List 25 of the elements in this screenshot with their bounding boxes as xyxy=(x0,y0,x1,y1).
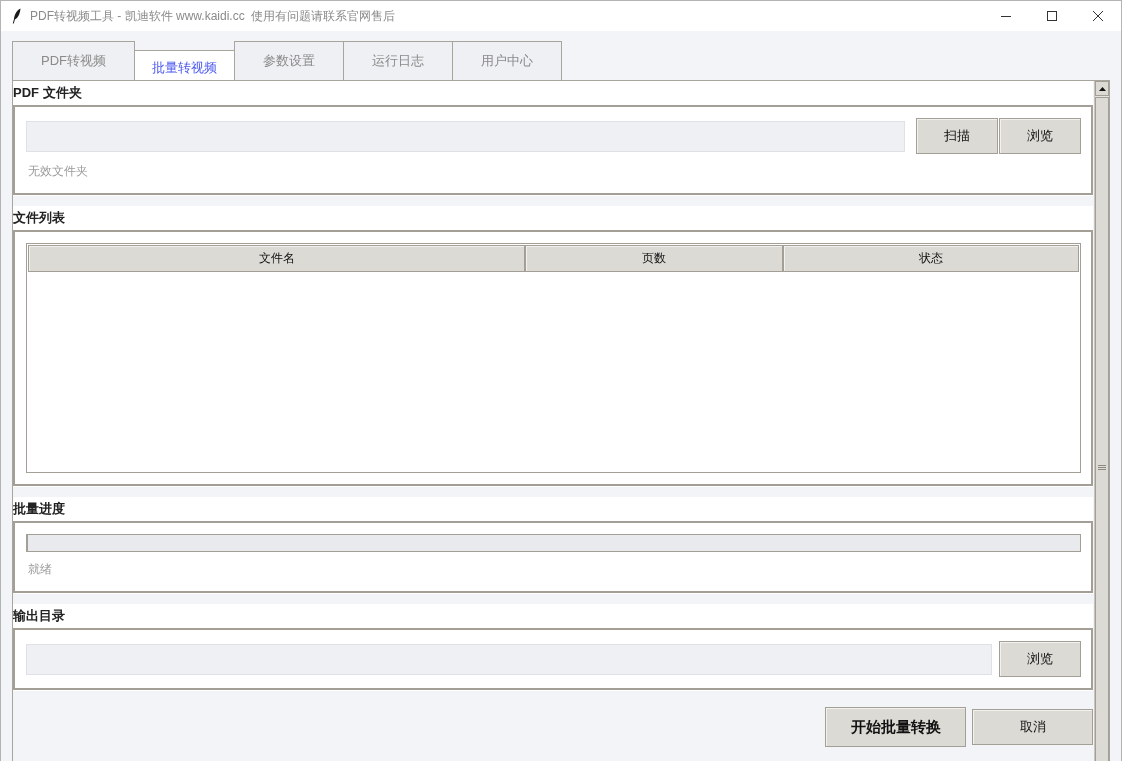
up-arrow-icon xyxy=(1098,86,1106,91)
section-title: 输出目录 xyxy=(13,607,65,625)
maximize-icon xyxy=(1047,11,1057,21)
column-header[interactable]: 状态 xyxy=(783,245,1079,272)
path-field[interactable] xyxy=(26,120,905,152)
cancel-button[interactable]: 取消 xyxy=(972,709,1093,745)
start-button[interactable]: 开始批量转换 xyxy=(825,707,966,747)
column-header[interactable]: 文件名 xyxy=(28,245,525,272)
tab[interactable]: 批量转视频 xyxy=(134,50,235,80)
grip-icon xyxy=(1098,465,1106,470)
section-title: PDF 文件夹 xyxy=(13,84,82,102)
scroll-up-button[interactable] xyxy=(1095,81,1109,96)
browse-button[interactable]: 浏览 xyxy=(999,118,1081,154)
scan-button[interactable]: 扫描 xyxy=(916,118,998,154)
browse-button[interactable]: 浏览 xyxy=(999,641,1081,677)
section-title: 文件列表 xyxy=(13,209,65,227)
window-title: PDF转视频工具 - 凯迪软件 www.kaidi.cc 使用有问题请联系官网售后 xyxy=(30,7,396,25)
minimize-icon xyxy=(1001,15,1011,17)
column-header[interactable]: 页数 xyxy=(525,245,783,272)
path-field[interactable] xyxy=(26,643,992,675)
status-text: 就绪 xyxy=(28,561,52,578)
feather-icon xyxy=(12,8,21,24)
status-text: 无效文件夹 xyxy=(28,163,88,180)
section-title: 批量进度 xyxy=(13,500,65,518)
close-icon xyxy=(1093,11,1103,21)
